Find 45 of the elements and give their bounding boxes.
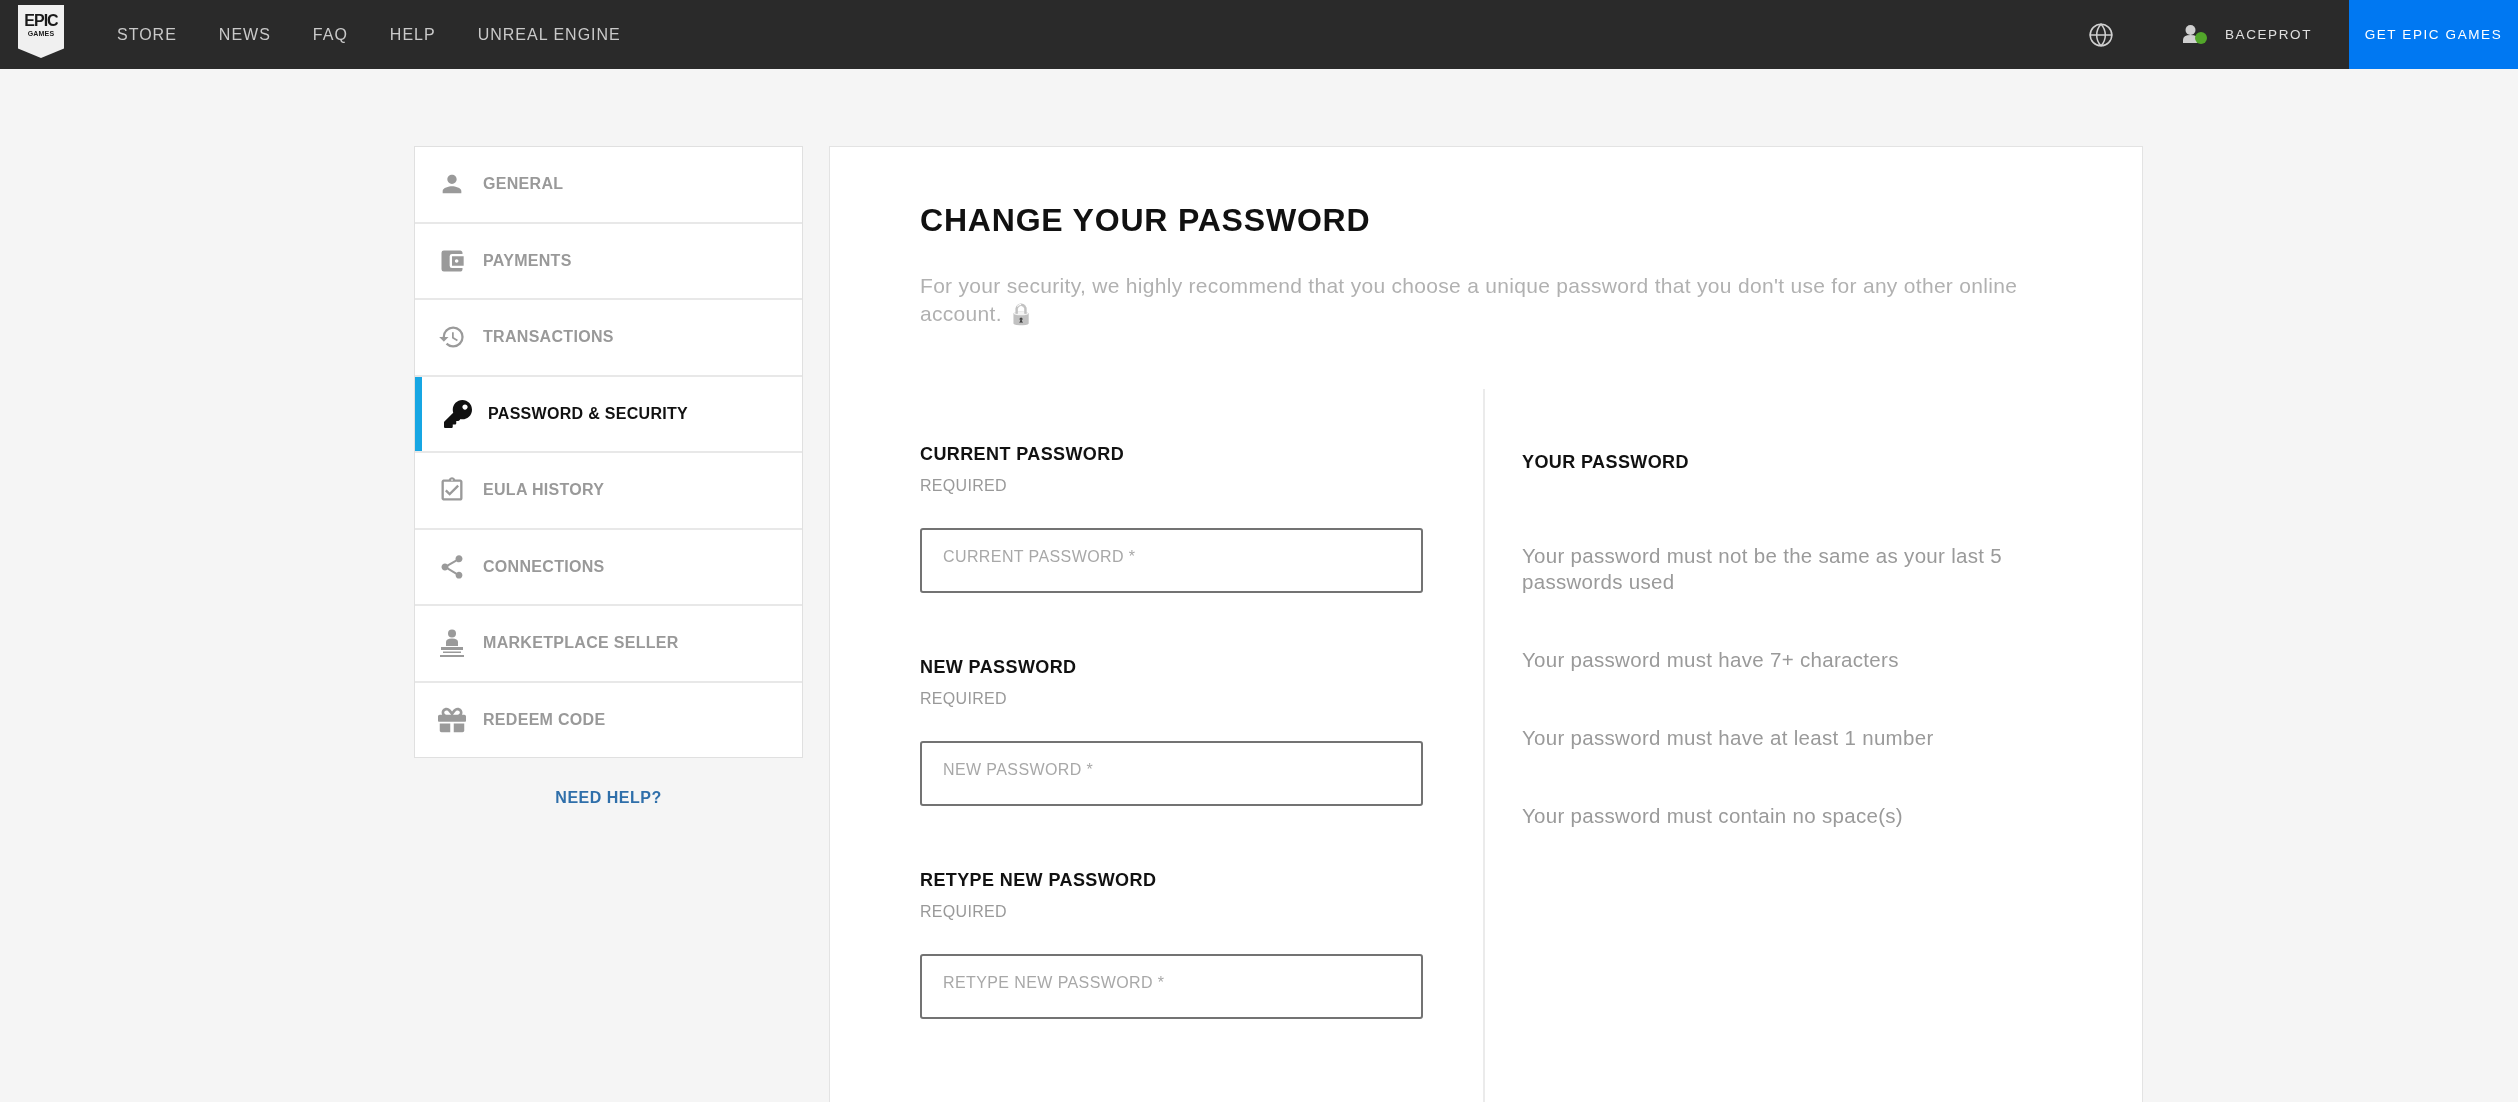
sidebar-item[interactable]: PAYMENTS <box>415 223 802 298</box>
required-note: REQUIRED <box>920 476 1008 496</box>
sidebar-item[interactable]: EULA HISTORY <box>415 453 802 528</box>
sidebar-item[interactable]: TRANSACTIONS <box>415 300 802 375</box>
sidebar-item[interactable]: CONNECTIONS <box>415 529 802 604</box>
sidebar-item-label: PAYMENTS <box>483 251 572 270</box>
requirements-title: YOUR PASSWORD <box>1522 451 1690 474</box>
sidebar-item[interactable]: REDEEM CODE <box>415 682 802 757</box>
sidebar-item[interactable]: GENERAL <box>415 147 802 222</box>
sidebar-item-label: GENERAL <box>483 175 564 194</box>
password-input-field[interactable]: NEW PASSWORD * <box>920 741 1423 806</box>
sidebar-item[interactable]: PASSWORD & SECURITY <box>415 376 802 451</box>
password-rule: Your password must contain no space(s) <box>1522 803 1904 829</box>
password-input-field[interactable]: RETYPE NEW PASSWORD * <box>920 954 1423 1019</box>
key-icon <box>444 399 472 428</box>
nav-link[interactable]: NEWS <box>218 25 271 44</box>
required-note: REQUIRED <box>920 902 1008 922</box>
nav-link[interactable]: FAQ <box>312 25 348 44</box>
sidebar-item-label: CONNECTIONS <box>483 557 605 576</box>
sidebar-item-label: MARKETPLACE SELLER <box>483 634 679 653</box>
globe-icon[interactable] <box>2087 21 2114 48</box>
nav-link[interactable]: STORE <box>117 25 177 44</box>
get-epic-games-button[interactable]: GET EPIC GAMES <box>2349 0 2518 69</box>
gift-icon <box>438 705 466 734</box>
username-link[interactable]: BACEPROT <box>2224 27 2312 42</box>
password-rule: Your password must have at least 1 number <box>1522 725 1935 751</box>
password-rule: Your password must not be the same as your last 5 passwords used <box>1522 543 2003 595</box>
person-at-desk-icon <box>438 629 466 658</box>
password-rule: Your password must have 7+ characters <box>1522 647 1900 673</box>
sidebar-item[interactable]: MARKETPLACE SELLER <box>415 606 802 681</box>
page-title: CHANGE YOUR PASSWORD <box>920 201 1372 240</box>
field-label: CURRENT PASSWORD <box>920 443 1126 466</box>
sidebar-item-label: PASSWORD & SECURITY <box>488 404 689 423</box>
required-note: REQUIRED <box>920 689 1008 709</box>
nav-link[interactable]: UNREAL ENGINE <box>477 25 621 44</box>
field-label: RETYPE NEW PASSWORD <box>920 869 1158 892</box>
sidebar-item-label: REDEEM CODE <box>483 710 606 729</box>
sidebar-item-label: EULA HISTORY <box>483 481 605 500</box>
password-input-field[interactable]: CURRENT PASSWORD * <box>920 528 1423 593</box>
nav-link[interactable]: HELP <box>389 25 436 44</box>
field-label: NEW PASSWORD <box>920 656 1078 679</box>
description-text: For your security, we highly recommend that you choose a unique password that you don't use for any other online account. 🔒 <box>920 273 2019 328</box>
user-avatar-icon[interactable] <box>2181 25 2199 43</box>
sidebar-item-label: TRANSACTIONS <box>483 328 614 347</box>
need-help-link[interactable]: NEED HELP? <box>555 788 662 808</box>
